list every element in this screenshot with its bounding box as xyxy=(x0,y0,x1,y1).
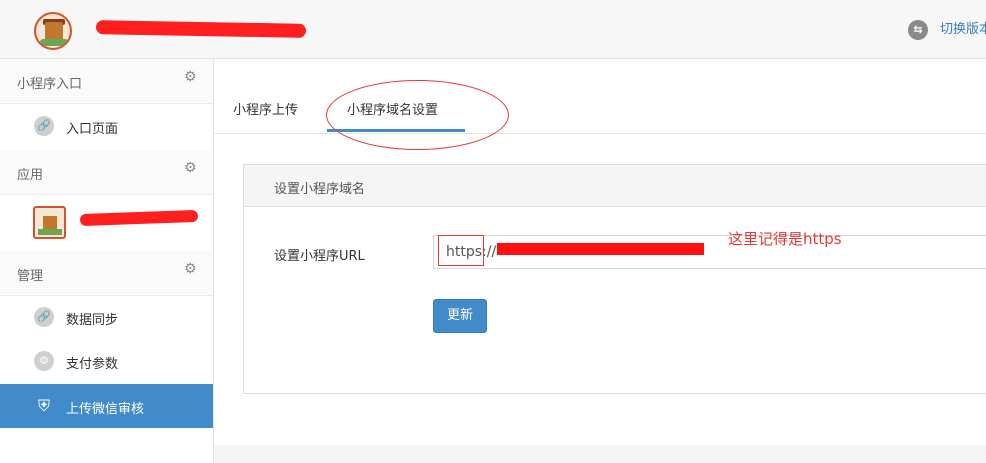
shield-icon: ⛨ xyxy=(37,396,50,415)
sidebar-section-app: 应用 ⚙ xyxy=(0,150,213,195)
app-thumbnail[interactable] xyxy=(33,206,66,239)
link-icon: 🔗 xyxy=(34,307,54,327)
sidebar-item-data-sync[interactable]: 🔗 数据同步 xyxy=(0,295,213,339)
sidebar-item-payment[interactable]: ⚙ 支付参数 xyxy=(0,339,213,383)
sidebar-section-manage: 管理 ⚙ xyxy=(0,251,213,296)
panel-title: 设置小程序域名 xyxy=(274,182,366,197)
switch-version-link[interactable]: 切换版本 xyxy=(940,20,986,40)
redacted-app-name xyxy=(79,209,199,227)
logo-grass xyxy=(40,39,68,46)
sidebar-item-label: 上传微信审核 xyxy=(66,402,145,417)
annotation-box xyxy=(438,235,484,266)
gear-icon[interactable]: ⚙ xyxy=(184,261,197,277)
url-field-label: 设置小程序URL xyxy=(274,249,365,264)
logo-building xyxy=(45,22,63,40)
link-icon: 🔗 xyxy=(34,116,54,136)
swap-icon[interactable]: ⇆ xyxy=(908,20,928,40)
section-label: 管理 xyxy=(17,269,44,284)
sidebar-item-label: 支付参数 xyxy=(66,357,119,372)
sidebar-item-label: 数据同步 xyxy=(66,313,119,328)
gear-icon[interactable]: ⚙ xyxy=(184,160,197,176)
section-label: 应用 xyxy=(17,168,44,183)
gear-icon[interactable]: ⚙ xyxy=(184,69,197,85)
sidebar: 小程序入口 ⚙ 🔗 入口页面 应用 ⚙ 管理 ⚙ 🔗 数据同步 ⚙ 支付参数 ⛨… xyxy=(0,59,214,463)
sidebar-item-upload-review[interactable]: ⛨ 上传微信审核 xyxy=(0,384,213,428)
annotation-note: 这里记得是https xyxy=(728,230,842,248)
tab-upload[interactable]: 小程序上传 xyxy=(233,99,298,118)
tab-bar: 小程序上传 小程序域名设置 xyxy=(214,59,986,150)
domain-settings-panel: 设置小程序域名 设置小程序URL https:// 这里记得是https 更新 xyxy=(243,164,986,394)
sidebar-item-label: 入口页面 xyxy=(66,122,119,137)
app-logo[interactable] xyxy=(34,12,72,50)
sidebar-section-entry: 小程序入口 ⚙ xyxy=(0,59,213,104)
thumb-building xyxy=(43,216,57,229)
main-content: 小程序上传 小程序域名设置 设置小程序域名 设置小程序URL https:// … xyxy=(214,59,986,445)
sidebar-item-entry-page[interactable]: 🔗 入口页面 xyxy=(0,104,213,148)
thumb-grass xyxy=(38,229,62,235)
gear-icon: ⚙ xyxy=(34,351,54,371)
panel-header: 设置小程序域名 xyxy=(244,165,986,207)
top-bar: ⇆ 切换版本 xyxy=(0,0,986,59)
annotation-circle xyxy=(326,80,509,150)
update-button[interactable]: 更新 xyxy=(433,299,487,333)
section-label: 小程序入口 xyxy=(17,77,83,92)
redacted-title xyxy=(95,20,307,38)
redacted-url xyxy=(497,243,704,255)
